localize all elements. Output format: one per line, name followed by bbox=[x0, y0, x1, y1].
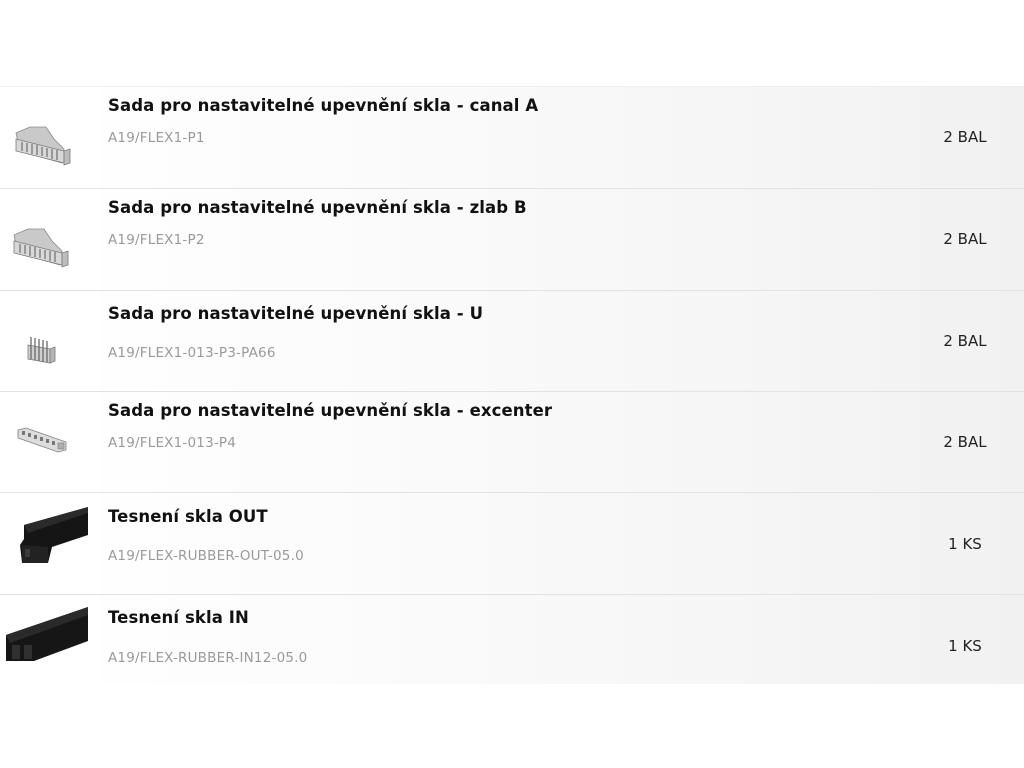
product-name[interactable]: Sada pro nastavitelné upevnění skla - U bbox=[108, 304, 483, 323]
product-name[interactable]: Sada pro nastavitelné upevnění skla - ca… bbox=[108, 96, 538, 115]
product-quantity: 1 KS bbox=[948, 535, 982, 553]
product-name[interactable]: Tesnení skla OUT bbox=[108, 507, 268, 526]
product-quantity: 2 BAL bbox=[943, 230, 987, 248]
list-item[interactable]: Sada pro nastavitelné upevnění skla - ca… bbox=[0, 87, 1024, 189]
product-thumbnail[interactable] bbox=[0, 291, 100, 391]
rubber-seal-in-icon bbox=[6, 607, 88, 661]
product-quantity: 2 BAL bbox=[943, 433, 987, 451]
product-thumbnail[interactable] bbox=[0, 189, 100, 290]
glass-clamp-set-icon bbox=[15, 126, 71, 166]
product-quantity: 1 KS bbox=[948, 637, 982, 655]
product-code: A19/FLEX1-P1 bbox=[108, 130, 205, 146]
product-thumbnail[interactable] bbox=[0, 87, 100, 188]
rubber-seal-out-icon bbox=[20, 507, 88, 563]
product-thumbnail[interactable] bbox=[0, 392, 100, 492]
product-quantity: 2 BAL bbox=[943, 128, 987, 146]
list-item[interactable]: Tesnení skla OUT A19/FLEX-RUBBER-OUT-05.… bbox=[0, 493, 1024, 595]
product-name[interactable]: Sada pro nastavitelné upevnění skla - zl… bbox=[108, 198, 527, 217]
product-name[interactable]: Tesnení skla IN bbox=[108, 608, 249, 627]
product-list: Sada pro nastavitelné upevnění skla - ca… bbox=[0, 86, 1024, 684]
eccentric-strip-icon bbox=[17, 427, 67, 453]
product-code: A19/FLEX-RUBBER-IN12-05.0 bbox=[108, 650, 308, 666]
list-item[interactable]: Tesnení skla IN A19/FLEX-RUBBER-IN12-05.… bbox=[0, 595, 1024, 684]
product-code: A19/FLEX-RUBBER-OUT-05.0 bbox=[108, 548, 304, 564]
glass-clamp-set-icon bbox=[13, 228, 69, 268]
product-name[interactable]: Sada pro nastavitelné upevnění skla - ex… bbox=[108, 401, 552, 420]
product-code: A19/FLEX1-013-P3-PA66 bbox=[108, 345, 276, 361]
product-thumbnail[interactable] bbox=[0, 493, 100, 594]
product-quantity: 2 BAL bbox=[943, 332, 987, 350]
list-item[interactable]: Sada pro nastavitelné upevnění skla - U … bbox=[0, 291, 1024, 392]
list-item[interactable]: Sada pro nastavitelné upevnění skla - ex… bbox=[0, 392, 1024, 493]
product-code: A19/FLEX1-P2 bbox=[108, 232, 205, 248]
product-code: A19/FLEX1-013-P4 bbox=[108, 435, 237, 451]
product-thumbnail[interactable] bbox=[0, 595, 100, 684]
u-clip-icon bbox=[27, 337, 56, 364]
list-item[interactable]: Sada pro nastavitelné upevnění skla - zl… bbox=[0, 189, 1024, 291]
